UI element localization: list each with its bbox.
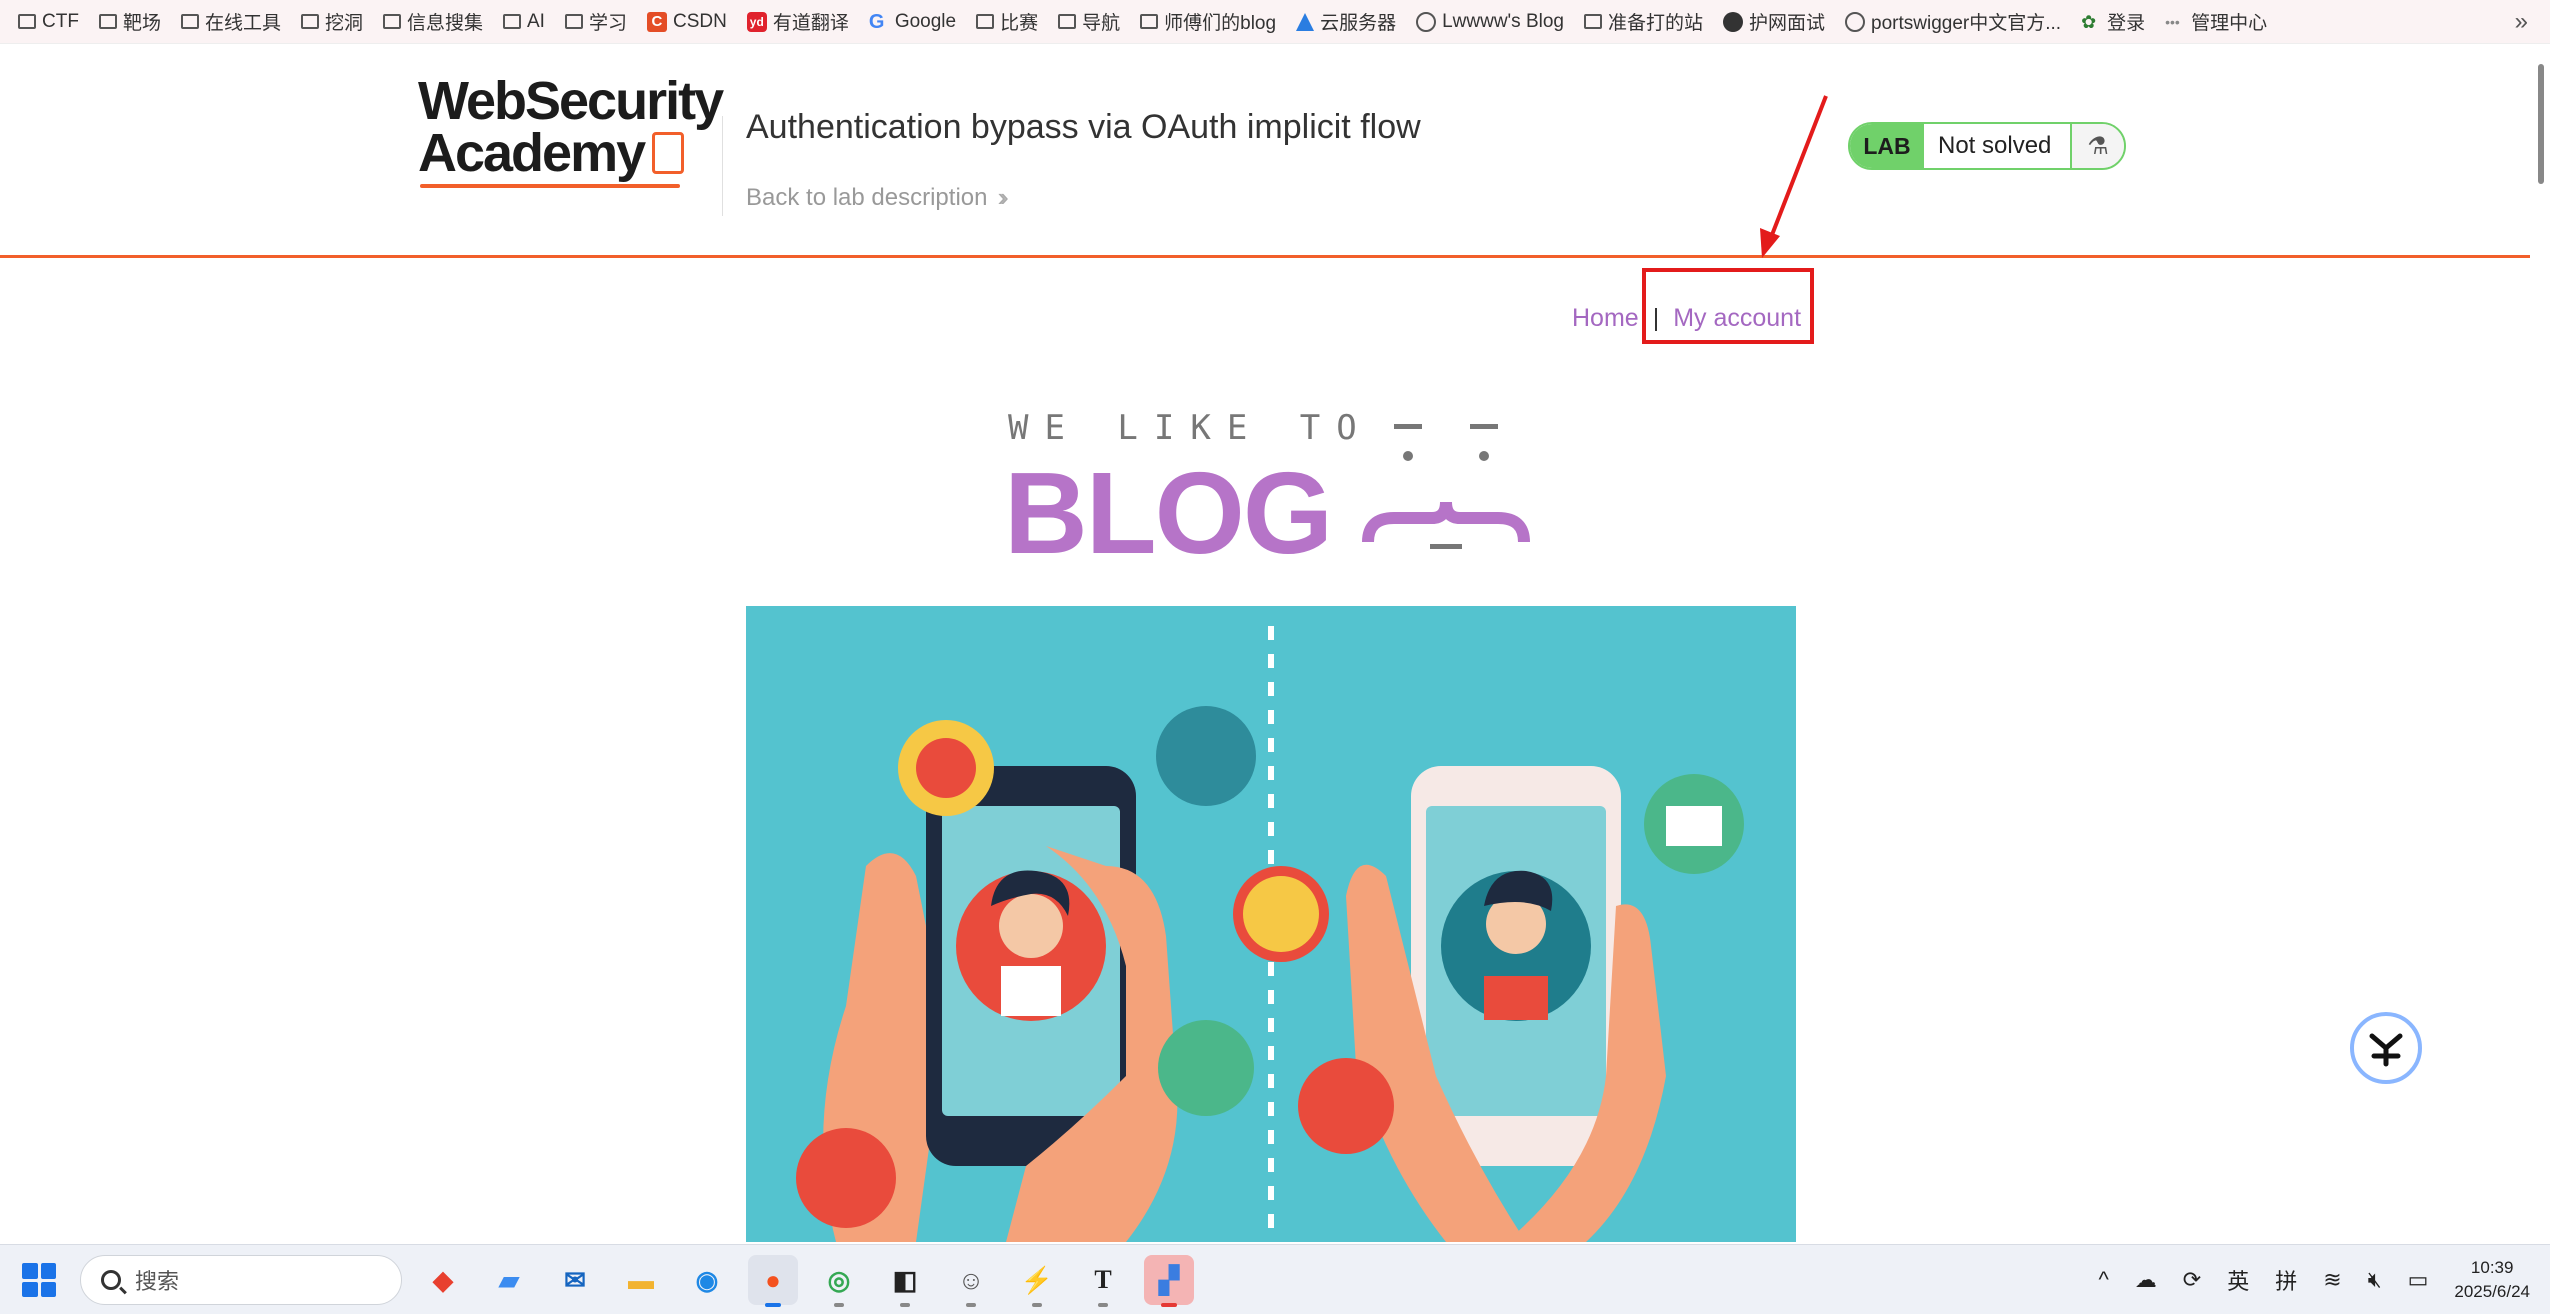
- bookmark-csdn[interactable]: C CSDN: [637, 0, 737, 44]
- blog-banner: WE LIKE TO BLOG: [1004, 408, 1540, 578]
- folder-icon: [18, 14, 36, 29]
- windows-taskbar: 搜索 ◆ ▰ ✉ ▬ ◉ ● ◎ ◧ ☺ ⚡ T ▞ ^ ☁ ⟳ 英 拼 ≋ 🔇…: [0, 1244, 2550, 1314]
- taskbar-lightning-app-icon[interactable]: ⚡: [1012, 1255, 1062, 1307]
- globe-icon: [1416, 11, 1437, 32]
- cloud-sync-icon[interactable]: ☁: [2135, 1267, 2157, 1293]
- top-nav: Home | My account: [1572, 304, 1801, 333]
- banner-word: BLOG: [1004, 448, 1333, 578]
- home-link[interactable]: Home: [1572, 304, 1639, 333]
- taskbar-chrome-icon[interactable]: ◎: [814, 1255, 864, 1307]
- blog-hero-image: [746, 606, 1796, 1242]
- taskbar-notes-icon[interactable]: ◧: [880, 1255, 930, 1307]
- folder-icon: [564, 14, 583, 29]
- taskbar-firefox-icon[interactable]: ●: [748, 1255, 798, 1307]
- floating-assistant-icon[interactable]: [2350, 1012, 2422, 1084]
- curly-face-icon: [1362, 424, 1530, 549]
- double-chevron-right-icon: ››: [997, 182, 1009, 212]
- bookmark-nav[interactable]: 导航: [1048, 0, 1130, 44]
- globe-icon: [1845, 11, 1866, 32]
- bookmark-targets[interactable]: 准备打的站: [1574, 0, 1713, 44]
- taskbar-app-red-diamond-icon[interactable]: ◆: [418, 1255, 468, 1305]
- bookmark-youdao[interactable]: yd 有道翻译: [737, 0, 859, 44]
- bookmark-contests[interactable]: 比赛: [966, 0, 1048, 44]
- taskbar-file-explorer-icon[interactable]: ▬: [616, 1255, 666, 1305]
- folder-icon: [976, 14, 995, 29]
- bookmark-admin[interactable]: ••• 管理中心: [2155, 0, 2277, 44]
- folder-icon: [1140, 14, 1159, 29]
- taskbar-search[interactable]: 搜索: [80, 1255, 402, 1305]
- my-account-link[interactable]: My account: [1673, 304, 1801, 333]
- lab-status-widget: LAB Not solved ⚗: [1848, 122, 2126, 170]
- site-icon: [1723, 11, 1743, 32]
- youdao-icon: yd: [746, 11, 767, 32]
- bookmark-google[interactable]: G Google: [859, 0, 966, 44]
- bookmark-cloud[interactable]: 云服务器: [1286, 0, 1406, 44]
- header-divider: [722, 116, 723, 216]
- assistant-logo-icon: [2369, 1033, 2403, 1067]
- refresh-icon[interactable]: ⟳: [2183, 1267, 2201, 1293]
- bookmark-login[interactable]: ✿ 登录: [2071, 0, 2155, 44]
- scrollbar-thumb[interactable]: [2538, 64, 2544, 184]
- google-icon: G: [868, 10, 885, 33]
- bookmark-range[interactable]: 靶场: [89, 0, 171, 44]
- bookmark-study[interactable]: 学习: [555, 0, 637, 44]
- logo-bolt-icon: [652, 132, 685, 174]
- bookmarks-bar: CTF 靶场 在线工具 挖洞 信息搜集 AI 学习 C CSDN yd 有道翻译 G…: [0, 0, 2550, 44]
- taskbar-app-copilot-icon[interactable]: ▰: [484, 1255, 534, 1305]
- chevron-up-icon[interactable]: ^: [2098, 1267, 2108, 1293]
- search-icon: [101, 1270, 121, 1290]
- volume-muted-icon[interactable]: 🔇︎: [2368, 1267, 2382, 1293]
- folder-icon: [300, 14, 319, 29]
- taskbar-active-app-icon[interactable]: ▞: [1144, 1255, 1194, 1307]
- folder-icon: [1583, 14, 1602, 29]
- taskbar-clock[interactable]: 10:39 2025/6/24: [2454, 1256, 2530, 1304]
- leaf-icon: ✿: [2081, 11, 2097, 32]
- csdn-icon: C: [646, 11, 667, 32]
- windows-start-icon[interactable]: [22, 1263, 56, 1297]
- taskbar-app-outlook-icon[interactable]: ✉: [550, 1255, 600, 1305]
- clock-time: 10:39: [2470, 1258, 2514, 1277]
- bookmark-ctf[interactable]: CTF: [8, 0, 89, 44]
- web-security-academy-logo[interactable]: WebSecurity Academy: [418, 74, 724, 194]
- bookmark-ai[interactable]: AI: [493, 0, 555, 44]
- battery-icon[interactable]: ▭: [2408, 1267, 2429, 1293]
- flask-icon: ⚗: [2070, 124, 2124, 168]
- nav-separator: |: [1652, 304, 1660, 332]
- wifi-icon[interactable]: ≋: [2323, 1267, 2341, 1293]
- clock-date: 2025/6/24: [2454, 1282, 2530, 1301]
- page-scrollbar[interactable]: [2530, 44, 2550, 1244]
- cloud-icon: [1296, 12, 1315, 31]
- lab-badge: LAB: [1850, 124, 1924, 168]
- folder-icon: [503, 14, 521, 29]
- bookmark-recon[interactable]: 信息搜集: [373, 0, 493, 44]
- bookmark-blogs[interactable]: 师傅们的blog: [1130, 0, 1286, 44]
- taskbar-avatar-app-icon[interactable]: ☺: [946, 1255, 996, 1307]
- lab-status-text: Not solved: [1938, 132, 2052, 159]
- ime-mode[interactable]: 拼: [2275, 1264, 2297, 1296]
- bookmark-online-tools[interactable]: 在线工具: [171, 0, 291, 44]
- back-to-lab-description-link[interactable]: Back to lab description ››: [746, 182, 1009, 213]
- more-bookmarks-icon[interactable]: »: [2515, 8, 2528, 36]
- banner-tagline: WE LIKE TO: [1008, 408, 1373, 448]
- bookmark-portswigger-cn[interactable]: portswigger中文官方...: [1835, 0, 2071, 44]
- lab-header: WebSecurity Academy Authentication bypas…: [0, 44, 2530, 258]
- dating-apps-illustration: [796, 626, 1744, 1242]
- folder-icon: [98, 14, 117, 29]
- folder-icon: [180, 14, 199, 29]
- system-tray: ^ ☁ ⟳ 英 拼 ≋ 🔇︎ ▭ 10:39 2025/6/24: [2098, 1245, 2530, 1314]
- bookmark-lwwww-blog[interactable]: Lwwww's Blog: [1406, 0, 1574, 44]
- lab-title: Authentication bypass via OAuth implicit…: [746, 108, 1421, 146]
- bookmark-interview[interactable]: 护网面试: [1713, 0, 1835, 44]
- taskbar-edge-icon[interactable]: ◉: [682, 1255, 732, 1305]
- folder-icon: [382, 14, 401, 29]
- taskbar-typora-icon[interactable]: T: [1078, 1255, 1128, 1307]
- annotation-arrow: [1760, 95, 1828, 258]
- logo-underline: [420, 184, 680, 188]
- ime-language[interactable]: 英: [2227, 1264, 2249, 1296]
- site-icon: •••: [2165, 13, 2180, 30]
- bookmark-bug-hunting[interactable]: 挖洞: [291, 0, 373, 44]
- folder-icon: [1058, 14, 1077, 29]
